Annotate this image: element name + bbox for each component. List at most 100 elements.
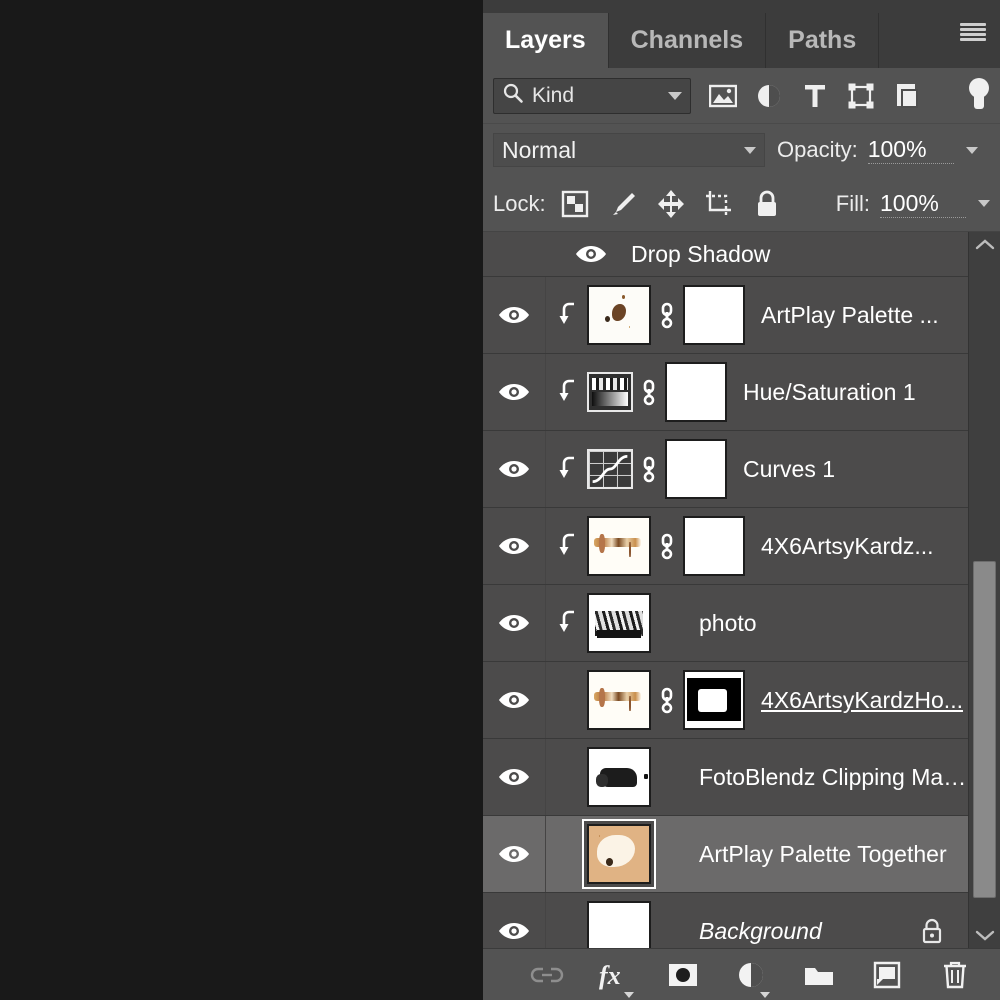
opacity-chevron-down-icon[interactable] [965, 146, 978, 154]
type-filter-icon[interactable] [799, 80, 831, 112]
svg-text:fx: fx [599, 961, 621, 990]
lock-image-icon[interactable] [608, 189, 638, 219]
scroll-up-icon[interactable] [969, 232, 1000, 258]
layer-name-label[interactable]: 4X6ArtsyKardzHo... [761, 687, 968, 714]
opacity-label: Opacity: [777, 137, 858, 162]
tab-layers-label: Layers [505, 26, 586, 54]
document-canvas-area [0, 0, 483, 1000]
lock-position-icon[interactable] [656, 189, 686, 219]
layer-name-label[interactable]: ArtPlay Palette ... [761, 302, 968, 329]
layer-visibility-eye-icon[interactable] [483, 382, 545, 402]
column-divider [545, 585, 546, 661]
hamburger-menu-icon[interactable] [958, 20, 988, 44]
image-filter-icon[interactable] [707, 80, 739, 112]
clipping-mask-arrow-icon [551, 610, 587, 636]
layer-name-label[interactable]: ArtPlay Palette Together [699, 841, 968, 868]
effect-name-label: Drop Shadow [631, 240, 771, 267]
scroll-down-icon[interactable] [969, 922, 1000, 948]
layer-visibility-eye-icon[interactable] [483, 921, 545, 941]
fill-value[interactable]: 100% [880, 190, 966, 218]
filter-kind-label: Kind [532, 83, 575, 107]
table-row[interactable]: Curves 1 [483, 431, 968, 508]
link-layers-icon[interactable] [530, 958, 564, 992]
layer-thumbnail[interactable] [587, 901, 651, 948]
add-layer-mask-icon[interactable] [666, 958, 700, 992]
tab-paths[interactable]: Paths [766, 13, 880, 68]
table-row[interactable]: FotoBlendz Clipping Mask ... [483, 739, 968, 816]
lock-fill-row: Lock: Fill: 100% [483, 176, 1000, 232]
tab-channels[interactable]: Channels [608, 13, 767, 68]
lock-all-icon[interactable] [752, 189, 782, 219]
layer-name-label[interactable]: 4X6ArtsyKardz... [761, 533, 968, 560]
layer-visibility-eye-icon[interactable] [483, 536, 545, 556]
lock-label: Lock: [493, 190, 546, 216]
filter-kind-dropdown[interactable]: Kind [493, 77, 691, 114]
scrollbar-thumb[interactable] [973, 561, 996, 898]
layer-name-label[interactable]: FotoBlendz Clipping Mask ... [699, 764, 968, 791]
column-divider [545, 662, 546, 738]
mask-link-icon[interactable] [633, 377, 665, 407]
layer-list-container: Drop Shadow ArtPlay Palette ... Hue/Satu… [483, 232, 1000, 948]
layer-visibility-eye-icon[interactable] [483, 305, 545, 325]
layer-thumbnail[interactable] [587, 593, 651, 653]
curves-adjustment-icon[interactable] [587, 449, 633, 489]
tab-layers[interactable]: Layers [483, 13, 609, 68]
column-divider [545, 816, 546, 892]
layer-style-fx-icon[interactable]: fx [598, 958, 634, 998]
fill-chevron-down-icon[interactable] [978, 200, 990, 207]
table-row[interactable]: Hue/Saturation 1 [483, 354, 968, 431]
filter-enable-toggle[interactable] [966, 77, 992, 114]
clipping-mask-arrow-icon [551, 533, 587, 559]
new-group-folder-icon[interactable] [802, 958, 836, 992]
chevron-down-icon [744, 146, 756, 154]
table-row[interactable]: ArtPlay Palette ... [483, 277, 968, 354]
layer-visibility-eye-icon[interactable] [483, 767, 545, 787]
layer-name-label[interactable]: photo [699, 610, 968, 637]
new-adjustment-layer-icon[interactable] [734, 958, 770, 998]
layer-name-label[interactable]: Background [699, 918, 920, 945]
blend-mode-dropdown[interactable]: Normal [493, 133, 765, 167]
layer-visibility-eye-icon[interactable] [483, 613, 545, 633]
hue-saturation-adjustment-icon[interactable] [587, 372, 633, 412]
lock-icon-group [560, 189, 782, 219]
layer-name-label[interactable]: Curves 1 [743, 456, 968, 483]
delete-layer-trash-icon[interactable] [938, 958, 972, 992]
mask-link-icon[interactable] [651, 300, 683, 330]
shape-filter-icon[interactable] [845, 80, 877, 112]
layer-thumbnail[interactable] [587, 516, 651, 576]
table-row[interactable]: Background [483, 893, 968, 948]
lock-transparency-icon[interactable] [560, 189, 590, 219]
opacity-value[interactable]: 100% [867, 136, 954, 164]
layer-mask-thumbnail[interactable] [683, 285, 745, 345]
layer-visibility-eye-icon[interactable] [483, 459, 545, 479]
adjustment-filter-icon[interactable] [753, 80, 785, 112]
smartobject-filter-icon[interactable] [891, 80, 923, 112]
layer-mask-thumbnail[interactable] [665, 362, 727, 422]
layer-mask-thumbnail[interactable] [665, 439, 727, 499]
tab-channels-label: Channels [630, 26, 744, 54]
lock-artboard-icon[interactable] [704, 189, 734, 219]
layer-visibility-eye-icon[interactable] [483, 844, 545, 864]
chevron-down-icon [668, 91, 682, 100]
new-layer-icon[interactable] [870, 958, 904, 992]
layer-mask-thumbnail[interactable] [683, 670, 745, 730]
layer-visibility-eye-icon[interactable] [483, 690, 545, 710]
mask-link-icon[interactable] [651, 531, 683, 561]
table-row[interactable]: ArtPlay Palette Together [483, 816, 968, 893]
layer-name-label[interactable]: Hue/Saturation 1 [743, 379, 968, 406]
effect-visibility-eye-icon[interactable] [563, 244, 619, 264]
column-divider [545, 508, 546, 584]
table-row[interactable]: 4X6ArtsyKardzHo... [483, 662, 968, 739]
table-row[interactable]: photo [483, 585, 968, 662]
filter-type-icons [707, 80, 923, 112]
mask-link-icon[interactable] [651, 685, 683, 715]
layer-thumbnail[interactable] [587, 824, 651, 884]
layer-thumbnail[interactable] [587, 285, 651, 345]
layer-effect-row-drop-shadow[interactable]: Drop Shadow [483, 232, 968, 277]
mask-link-icon[interactable] [633, 454, 665, 484]
layer-thumbnail[interactable] [587, 670, 651, 730]
layer-thumbnail[interactable] [587, 747, 651, 807]
layer-mask-thumbnail[interactable] [683, 516, 745, 576]
table-row[interactable]: 4X6ArtsyKardz... [483, 508, 968, 585]
layer-list-scrollbar[interactable] [968, 232, 1000, 948]
